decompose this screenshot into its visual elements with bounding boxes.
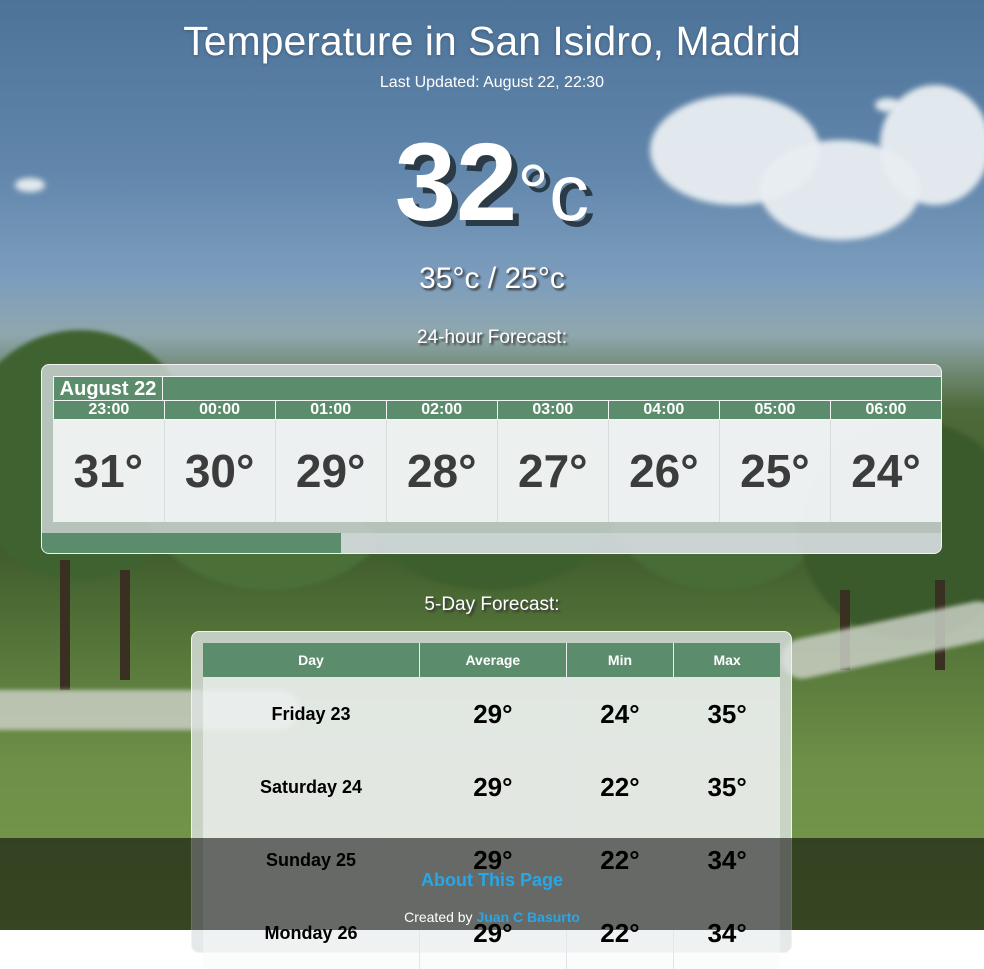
hourly-forecast-panel[interactable]: August 22 23:00 00:00 01:00 02:00 03:00 …	[41, 364, 942, 554]
about-page-link[interactable]: About This Page	[0, 870, 984, 891]
hourly-temperature-row: 31° 30° 29° 28° 27° 26° 25° 24°	[53, 420, 941, 522]
table-row: Friday 23 29° 24° 35°	[203, 678, 780, 751]
last-updated-text: Last Updated: August 22, 22:30	[0, 74, 984, 92]
hour-temperature: 25°	[719, 420, 830, 522]
hour-time: 04:00	[608, 400, 719, 420]
hourly-scrollbar-thumb[interactable]	[42, 533, 341, 553]
credit-line: Created by Juan C Basurto	[0, 909, 984, 925]
min-temperature: 22°	[566, 751, 674, 824]
hourly-date-row	[163, 376, 941, 400]
column-header-max: Max	[674, 643, 780, 678]
table-row: Saturday 24 29° 22° 35°	[203, 751, 780, 824]
column-header-day: Day	[203, 643, 420, 678]
hourly-date-label: August 22	[53, 376, 163, 400]
hourly-forecast-heading: 24-hour Forecast:	[0, 327, 984, 349]
current-temperature-value: 32	[395, 121, 517, 244]
hour-temperature: 27°	[497, 420, 608, 522]
hour-time: 03:00	[497, 400, 608, 420]
hour-temperature: 28°	[386, 420, 497, 522]
current-temperature: 32°c	[0, 128, 984, 238]
hour-time: 23:00	[53, 400, 164, 420]
table-header-row: Day Average Min Max	[203, 643, 780, 678]
hour-temperature: 24°	[830, 420, 941, 522]
author-link[interactable]: Juan C Basurto	[476, 909, 579, 925]
max-temperature: 35°	[674, 678, 780, 751]
footer-bar: About This Page Created by Juan C Basurt…	[0, 838, 984, 930]
min-temperature: 24°	[566, 678, 674, 751]
hour-time: 00:00	[164, 400, 275, 420]
hourly-time-row: 23:00 00:00 01:00 02:00 03:00 04:00 05:0…	[53, 400, 941, 420]
hour-temperature: 26°	[608, 420, 719, 522]
high-low-temperature: 35°c / 25°c	[0, 262, 984, 296]
hour-time: 05:00	[719, 400, 830, 420]
credit-text: Created by	[404, 909, 472, 925]
hour-time: 06:00	[830, 400, 941, 420]
page-title: Temperature in San Isidro, Madrid	[0, 18, 984, 65]
hour-temperature: 30°	[164, 420, 275, 522]
average-temperature: 29°	[420, 678, 567, 751]
average-temperature: 29°	[420, 751, 567, 824]
current-temperature-unit: °c	[517, 148, 589, 237]
hourly-forecast-table: August 22 23:00 00:00 01:00 02:00 03:00 …	[53, 376, 941, 522]
column-header-min: Min	[566, 643, 674, 678]
daily-forecast-heading: 5-Day Forecast:	[0, 594, 984, 616]
hour-temperature: 31°	[53, 420, 164, 522]
day-name: Saturday 24	[203, 751, 420, 824]
hour-temperature: 29°	[275, 420, 386, 522]
day-name: Friday 23	[203, 678, 420, 751]
hour-time: 01:00	[275, 400, 386, 420]
max-temperature: 35°	[674, 751, 780, 824]
hour-time: 02:00	[386, 400, 497, 420]
column-header-average: Average	[420, 643, 567, 678]
